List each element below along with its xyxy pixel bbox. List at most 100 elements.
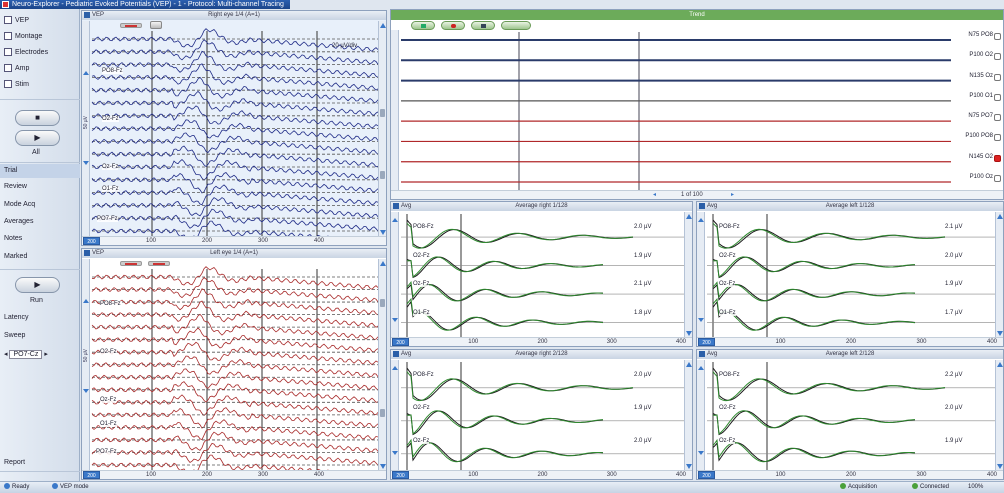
trend-row-checkbox[interactable] [994,33,1001,40]
prev-page-icon[interactable]: ◂ [653,191,656,198]
time-range-box[interactable]: 200 [698,338,715,346]
channel-label: O2-Fz [100,349,117,355]
time-range-box[interactable]: 200 [392,338,409,346]
vertical-scrollbar[interactable] [684,360,692,471]
x-tick: 300 [916,339,927,345]
scroll-thumb[interactable] [380,171,385,179]
trend-row-label: P100 PO8 [965,133,993,140]
menu-item-marked[interactable]: Marked [4,251,27,263]
scroll-up-icon[interactable] [997,214,1003,219]
sidebar-item-electrodes[interactable]: Electrodes [4,47,48,59]
average-label: All [32,149,40,156]
scroll-down-icon[interactable] [686,464,692,469]
scroll-thumb[interactable] [380,409,385,417]
channel-label: PO8-Fz [719,372,740,378]
scroll-down-icon[interactable] [380,464,386,469]
menu-item-sweep[interactable]: Sweep [4,330,25,342]
trend-row-label: N75 PO8 [968,32,993,38]
channel-label: Oz-Fz [719,281,736,287]
amplitude-label: 2.1 µV [634,281,652,287]
average-trace [712,438,916,463]
channel-label: Oz-Fz [102,164,119,170]
status-icon [52,483,58,490]
time-range-box[interactable]: 200 [83,237,100,245]
x-tick: 400 [676,472,687,478]
scroll-up-icon[interactable] [380,261,386,266]
trend-row-checkbox[interactable] [994,134,1001,142]
trend-plot [401,32,951,190]
vertical-scrollbar[interactable] [378,259,386,471]
amplitude-label: 2.0 µV [634,438,652,444]
scroll-thumb[interactable] [380,109,385,117]
stop-button[interactable]: ■ [15,110,60,126]
vertical-scrollbar[interactable] [995,212,1003,338]
montage-icon [4,32,12,41]
amplitude-label: 1.7 µV [945,309,963,316]
scroll-down-icon[interactable] [997,331,1003,336]
trend-row-checkbox[interactable] [994,175,1001,182]
next-page-icon[interactable]: ▸ [731,191,734,198]
channel-label: O2-Fz [413,252,430,259]
menu-item-trial[interactable]: Trial [4,165,17,177]
x-axis: 200 100 200 300 400 [697,337,1003,346]
run-button[interactable]: ▶ [15,277,60,293]
average-panel: Avg Average right 1/128 PO8-Fz 2.0 µV O2-Fz 1… [390,201,693,347]
sidebar-item-montage[interactable]: Montage [4,31,42,43]
trend-row-checkbox[interactable] [994,114,1001,122]
average-trace [406,441,604,463]
time-range-box[interactable]: 200 [83,471,100,479]
scroll-thumb[interactable] [380,299,385,307]
eeg-trace [91,208,379,232]
vertical-scrollbar[interactable] [995,360,1003,471]
x-axis: 200 100 200 300 400 [82,470,386,479]
scroll-down-icon[interactable] [686,331,692,336]
sidebar-item-stim[interactable]: Stim [4,79,29,91]
menu-item-latency[interactable]: Latency [4,312,29,324]
menu-item-notes[interactable]: Notes [4,233,22,245]
x-tick: 300 [606,339,617,345]
report-label[interactable]: Report [4,457,25,469]
time-range-box[interactable]: 200 [392,471,409,479]
raw-traces-left-eye: VEP Left eye 1/4 (A=1) 50 µV PO8-Fz O2-Fz… [81,248,387,480]
menu-item-mode-acq[interactable]: Mode Acq [4,199,35,211]
status-ready: Ready [4,482,29,493]
status-icon [4,483,10,490]
time-range-box[interactable]: 200 [698,471,715,479]
scroll-down-icon[interactable] [380,230,386,235]
scroll-down-icon[interactable] [997,464,1003,469]
menu-item-review[interactable]: Review [4,181,27,193]
raw-traces-right-eye: VEP Right eye 1/4 (A=1) 50 µV 20 µV/div P… [81,10,387,246]
average-trace [406,256,604,278]
sidebar-item-vep[interactable]: VEP [4,15,29,27]
amplitude-label: 2.1 µV [945,224,963,230]
sidebar-item-amp[interactable]: Amp [4,63,29,75]
scroll-up-icon[interactable] [686,214,692,219]
scroll-up-icon[interactable] [997,362,1003,367]
trend-row-label: N75 PO7 [968,113,993,120]
vertical-scrollbar[interactable] [684,212,692,338]
trend-row-checkbox[interactable] [994,93,1001,101]
play-button[interactable]: ▶ [15,130,60,146]
x-tick: 300 [606,472,617,478]
trend-row-checkbox[interactable] [994,154,1001,162]
eeg-trace [91,119,379,142]
amplitude-label: 1.9 µV [945,281,963,287]
trend-row-checkbox[interactable] [994,53,1001,61]
x-tick: 300 [916,472,927,478]
menu-item-averages[interactable]: Averages [4,216,33,228]
scroll-up-icon[interactable] [380,23,386,28]
average-trace [712,281,916,302]
average-trace [406,438,604,463]
scroll-up-icon[interactable] [686,362,692,367]
amplifier-icon [4,64,12,73]
channel-label: O2-Fz [719,252,736,259]
average-waveform-plot [401,362,684,471]
trend-row-checkbox[interactable] [994,73,1001,81]
x-tick: 100 [468,339,479,345]
trend-row-label: P100 Oz [969,174,993,180]
channel-label: PO8-Fz [100,301,121,307]
vertical-scrollbar[interactable] [378,21,386,237]
trend-page-counter: 1 of 100 [681,192,703,198]
x-tick: 400 [987,472,998,478]
channel-select[interactable]: ◂ PO7-Cz ▸ [4,349,48,361]
